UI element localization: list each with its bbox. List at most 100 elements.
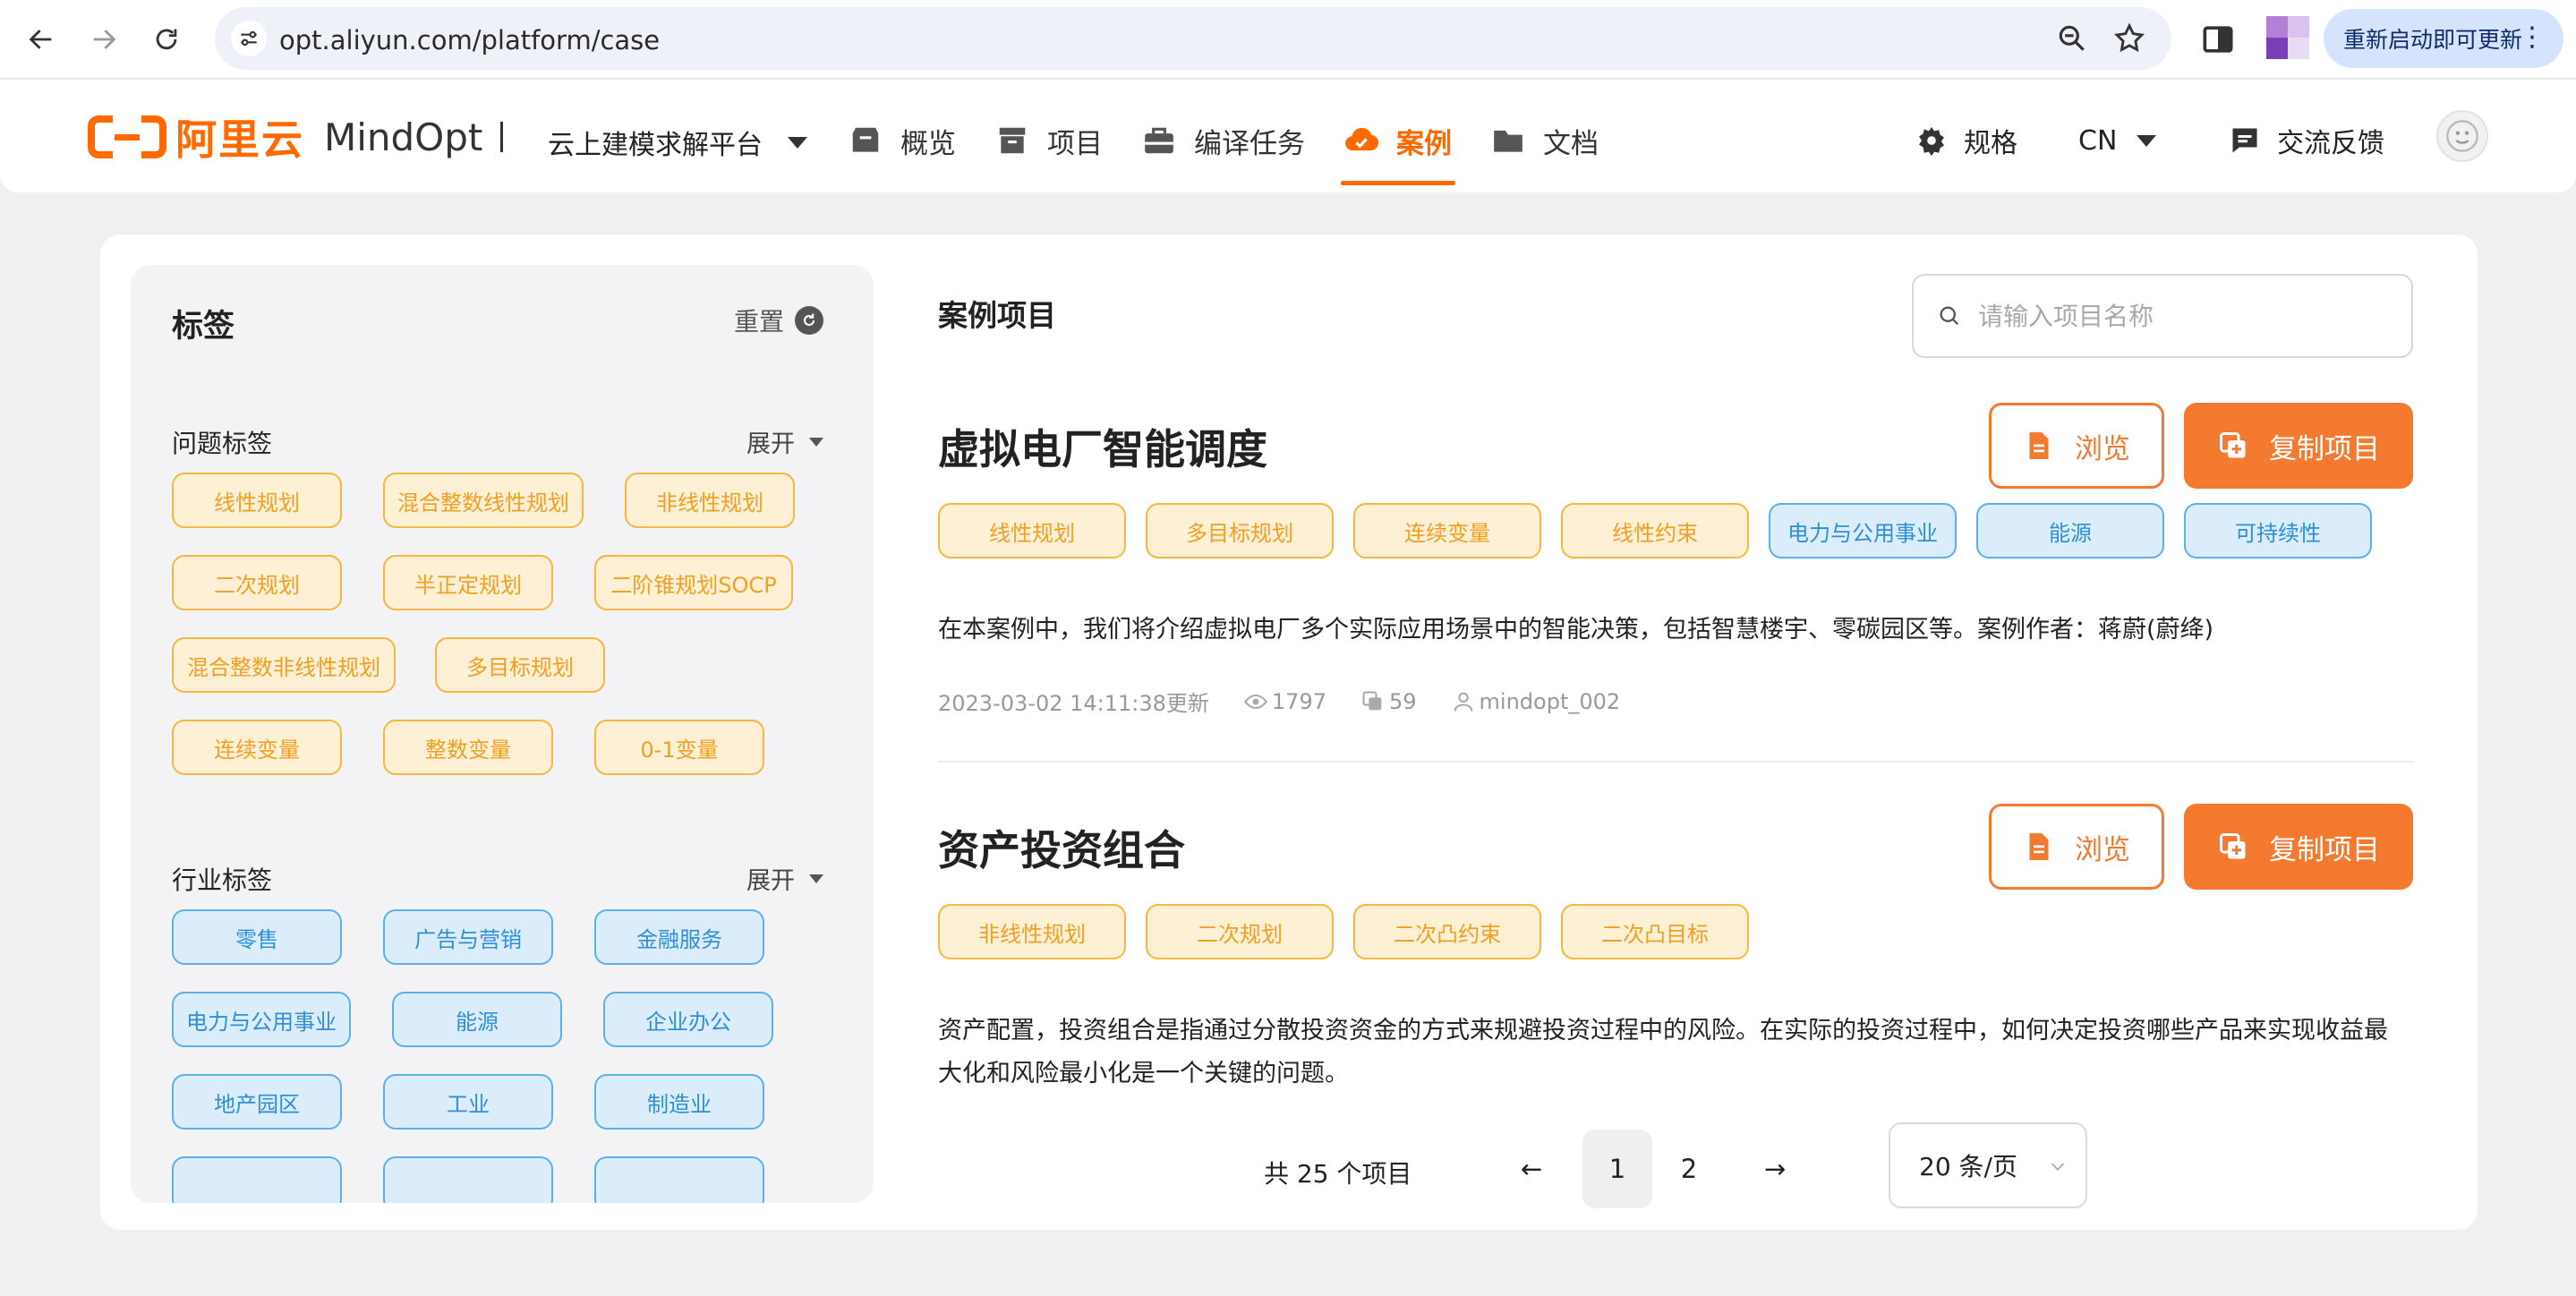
expand-label: 展开 bbox=[746, 867, 795, 895]
user-avatar-icon bbox=[2446, 120, 2478, 152]
filter-tag-partial[interactable] bbox=[383, 1156, 553, 1203]
page-button-1[interactable]: 1 bbox=[1582, 1130, 1652, 1208]
feedback-link[interactable]: 交流反馈 bbox=[2229, 115, 2384, 166]
project-tag: 二次凸约束 bbox=[1353, 904, 1541, 959]
filter-tag[interactable]: 线性规划 bbox=[172, 473, 342, 528]
filter-tag[interactable]: 广告与营销 bbox=[383, 909, 553, 965]
copies-value: 59 bbox=[1388, 688, 1417, 714]
main-nav: 概览 项目 编译任务 案例 文档 bbox=[849, 114, 1638, 185]
filter-tag[interactable]: 工业 bbox=[383, 1074, 553, 1130]
profile-icon[interactable] bbox=[2263, 14, 2313, 61]
copy-project-button[interactable]: 复制项目 bbox=[2184, 403, 2413, 489]
copy-project-button[interactable]: 复制项目 bbox=[2184, 804, 2413, 890]
filter-tag[interactable]: 混合整数线性规划 bbox=[383, 473, 584, 528]
filter-tag[interactable]: 混合整数非线性规划 bbox=[172, 637, 396, 693]
zoom-icon[interactable] bbox=[2055, 21, 2089, 55]
nav-item-projects[interactable]: 项目 bbox=[995, 114, 1103, 167]
page-button-2[interactable]: 2 bbox=[1654, 1130, 1724, 1208]
page-size-select[interactable]: 20 条/页 bbox=[1889, 1122, 2087, 1208]
site-info-icon[interactable] bbox=[231, 21, 267, 56]
url-text[interactable]: opt.aliyun.com/platform/case bbox=[279, 25, 660, 55]
problem-tags-expand-button[interactable]: 展开 bbox=[746, 424, 823, 459]
copy-add-icon bbox=[2220, 432, 2246, 458]
chevron-down-icon bbox=[2051, 1163, 2065, 1171]
filter-tag[interactable]: 地产园区 bbox=[172, 1074, 342, 1130]
prev-page-button[interactable]: ← bbox=[1497, 1130, 1566, 1208]
platform-select[interactable]: 云上建模求解平台 bbox=[548, 123, 807, 162]
reload-button[interactable] bbox=[143, 16, 190, 63]
filter-tag[interactable]: 电力与公用事业 bbox=[172, 992, 351, 1047]
caret-down-icon bbox=[788, 136, 807, 149]
address-bar[interactable]: opt.aliyun.com/platform/case bbox=[215, 7, 2171, 70]
logo-cn-text: 阿里云 bbox=[175, 115, 304, 164]
project-title[interactable]: 资产投资组合 bbox=[938, 818, 1185, 877]
nav-item-docs[interactable]: 文档 bbox=[1491, 114, 1599, 167]
copy-add-icon bbox=[2220, 833, 2246, 859]
filter-tag[interactable]: 企业办公 bbox=[603, 992, 773, 1047]
copy-project-label: 复制项目 bbox=[2269, 833, 2380, 866]
browse-button[interactable]: 浏览 bbox=[1989, 804, 2164, 890]
search-input[interactable] bbox=[1978, 301, 2372, 331]
filter-tag[interactable]: 能源 bbox=[392, 992, 562, 1047]
project-tag: 连续变量 bbox=[1353, 503, 1541, 558]
arrow-left-icon bbox=[29, 30, 52, 49]
search-icon bbox=[1940, 306, 1959, 326]
user-icon bbox=[1454, 692, 1472, 712]
eye-icon bbox=[1243, 694, 1267, 709]
platform-select-label: 云上建模求解平台 bbox=[548, 130, 763, 161]
nav-item-compile-tasks[interactable]: 编译任务 bbox=[1142, 114, 1305, 167]
back-button[interactable] bbox=[18, 16, 64, 63]
relaunch-update-button[interactable]: 重新启动即可更新 ⋮ bbox=[2324, 9, 2563, 68]
filter-tag[interactable]: 二阶锥规划SOCP bbox=[594, 555, 793, 610]
logo-separator bbox=[500, 122, 504, 152]
caret-down-icon bbox=[2137, 134, 2157, 147]
language-select[interactable]: CN bbox=[2078, 115, 2157, 166]
nav-item-overview[interactable]: 概览 bbox=[849, 114, 956, 167]
browse-label: 浏览 bbox=[2075, 833, 2130, 866]
aliyun-logo-icon bbox=[88, 115, 166, 158]
nav-item-cases[interactable]: 案例 bbox=[1341, 114, 1455, 185]
filter-tag[interactable]: 非线性规划 bbox=[625, 473, 795, 528]
reload-icon bbox=[156, 29, 177, 50]
industry-tags-expand-button[interactable]: 展开 bbox=[746, 861, 823, 896]
cloud-icon bbox=[1345, 127, 1378, 151]
nav-item-label: 文档 bbox=[1543, 127, 1599, 160]
filter-tag[interactable]: 金融服务 bbox=[594, 909, 764, 965]
sidebar-title: 标签 bbox=[172, 309, 235, 345]
project-description: 在本案例中，我们将介绍虚拟电厂多个实际应用场景中的智能决策，包括智慧楼宇、零碳园… bbox=[938, 616, 2214, 644]
filter-tag[interactable]: 连续变量 bbox=[172, 720, 342, 775]
filter-tag[interactable]: 零售 bbox=[172, 909, 342, 965]
project-title[interactable]: 虚拟电厂智能调度 bbox=[938, 417, 1267, 476]
browse-button[interactable]: 浏览 bbox=[1989, 403, 2164, 489]
project-tag: 能源 bbox=[1976, 503, 2164, 558]
gear-icon bbox=[1919, 127, 1944, 157]
filter-tag[interactable]: 整数变量 bbox=[383, 720, 553, 775]
filter-tag[interactable]: 半正定规划 bbox=[383, 555, 553, 610]
more-menu-icon[interactable]: ⋮ bbox=[2519, 21, 2546, 54]
aliyun-logo[interactable]: 阿里云 MindOpt bbox=[88, 112, 504, 164]
copy-icon bbox=[1362, 690, 1382, 710]
browser-toolbar: opt.aliyun.com/platform/case 重新启动即可更新 ⋮ bbox=[0, 0, 2576, 79]
pagination-total: 共 25 个项目 bbox=[1264, 1159, 1412, 1189]
next-page-button[interactable]: → bbox=[1740, 1130, 1810, 1208]
briefcase-icon bbox=[1145, 127, 1173, 154]
project-search[interactable] bbox=[1912, 274, 2413, 358]
filter-tag[interactable]: 二次规划 bbox=[172, 555, 342, 610]
nav-item-label: 案例 bbox=[1396, 127, 1452, 160]
spec-menu[interactable]: 规格 bbox=[1915, 115, 2017, 166]
filter-tag-partial[interactable] bbox=[172, 1156, 342, 1203]
bookmark-star-icon[interactable] bbox=[2112, 21, 2146, 55]
forward-button[interactable] bbox=[81, 16, 127, 63]
side-panel-icon[interactable] bbox=[2198, 20, 2238, 59]
filter-tag-partial[interactable] bbox=[594, 1156, 764, 1203]
language-label: CN bbox=[2078, 124, 2118, 157]
reset-button[interactable]: 重置 bbox=[734, 303, 823, 338]
reset-icon bbox=[795, 306, 823, 335]
avatar[interactable] bbox=[2436, 110, 2488, 162]
author: mindopt_002 bbox=[1451, 689, 1620, 714]
filter-tag[interactable]: 制造业 bbox=[594, 1074, 764, 1130]
app-header: 阿里云 MindOpt 云上建模求解平台 概览 项目 编译任务 案例 文档 规格… bbox=[0, 80, 2576, 192]
filter-tag[interactable]: 0-1变量 bbox=[594, 720, 764, 775]
expand-label: 展开 bbox=[746, 431, 795, 458]
filter-tag[interactable]: 多目标规划 bbox=[435, 637, 605, 693]
